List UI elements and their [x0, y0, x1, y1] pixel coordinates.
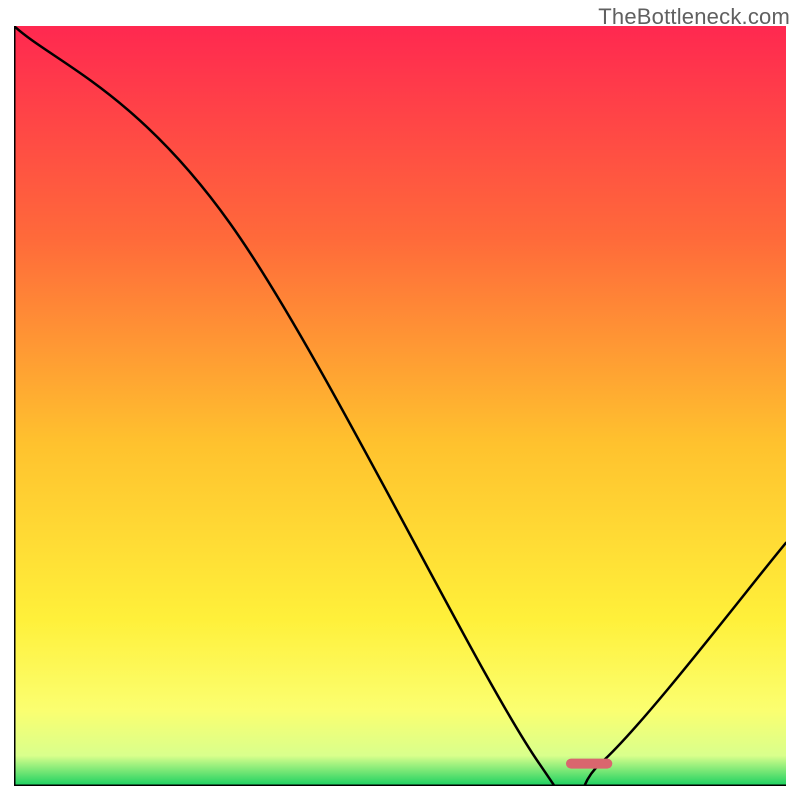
- watermark-text: TheBottleneck.com: [598, 4, 790, 30]
- chart-frame: TheBottleneck.com: [0, 0, 800, 800]
- heat-background: [14, 26, 786, 786]
- optimal-marker: [566, 759, 612, 769]
- bottleneck-plot: [14, 26, 786, 786]
- plot-svg: [14, 26, 786, 786]
